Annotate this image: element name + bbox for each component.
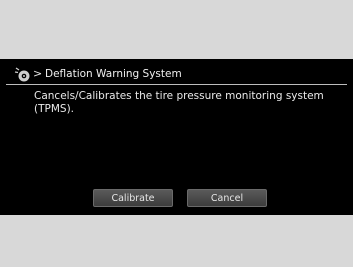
description-text: Cancels/Calibrates the tire pressure mon…	[34, 90, 324, 115]
tire-pressure-icon	[13, 66, 31, 82]
header-divider	[6, 84, 347, 85]
breadcrumb-separator: >	[33, 67, 43, 80]
calibrate-button[interactable]: Calibrate	[93, 189, 173, 207]
screen-title: Deflation Warning System	[45, 68, 182, 80]
display-screen: > Deflation Warning System Cancels/Calib…	[0, 59, 353, 215]
page: > Deflation Warning System Cancels/Calib…	[0, 0, 353, 267]
cancel-button[interactable]: Cancel	[187, 189, 267, 207]
screen-header: > Deflation Warning System	[0, 64, 353, 84]
